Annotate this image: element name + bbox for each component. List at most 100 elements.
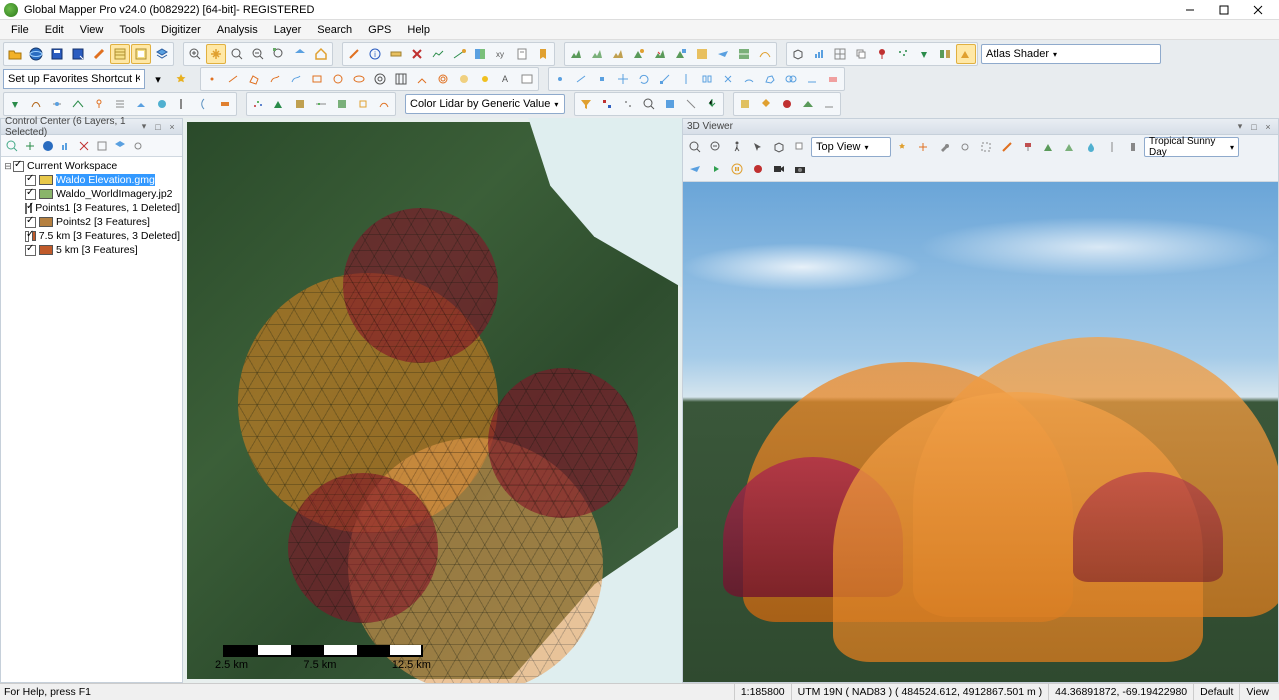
status-default[interactable]: Default: [1193, 684, 1239, 700]
3d-panel-close-icon[interactable]: ×: [1262, 121, 1274, 133]
draw-area-icon[interactable]: [244, 69, 264, 89]
sun-icon[interactable]: [475, 69, 495, 89]
menu-view[interactable]: View: [73, 22, 111, 38]
text-icon[interactable]: A: [496, 69, 516, 89]
r3-icon[interactable]: [777, 94, 797, 114]
profile-icon[interactable]: [428, 44, 448, 64]
layer-checkbox[interactable]: [25, 245, 36, 256]
close-button[interactable]: [1241, 0, 1275, 20]
cc-zoom-icon[interactable]: [3, 137, 20, 154]
poly-icon[interactable]: [760, 69, 780, 89]
t3-d-icon[interactable]: [68, 94, 88, 114]
lidar-tool-icon[interactable]: [893, 44, 913, 64]
shader-dropdown[interactable]: Atlas Shader▾: [981, 44, 1161, 64]
ring-icon[interactable]: [433, 69, 453, 89]
shade-icon[interactable]: [956, 44, 976, 64]
layer-tree[interactable]: ⊟ Current Workspace Waldo Elevation.gmgW…: [1, 157, 182, 682]
3d-water-icon[interactable]: [1081, 137, 1101, 157]
3d-terrain-icon[interactable]: [1039, 137, 1059, 157]
layer-row[interactable]: 5 km [3 Features]: [3, 243, 180, 257]
draw-freehand-icon[interactable]: [265, 69, 285, 89]
favorites-star-icon[interactable]: [171, 69, 191, 89]
3d-fly-icon[interactable]: [685, 159, 705, 179]
draw-ellipse-icon[interactable]: [349, 69, 369, 89]
layer-row[interactable]: Points1 [3 Features, 1 Deleted]: [3, 201, 180, 215]
buffer-icon[interactable]: [454, 69, 474, 89]
select-vertex-icon[interactable]: [592, 69, 612, 89]
t3-e-icon[interactable]: [89, 94, 109, 114]
draw-rect-icon[interactable]: [307, 69, 327, 89]
maximize-button[interactable]: [1207, 0, 1241, 20]
gps-marker-icon[interactable]: [872, 44, 892, 64]
3d-panel-pin-icon[interactable]: □: [1248, 121, 1260, 133]
script-icon[interactable]: [512, 44, 532, 64]
3d-select-icon[interactable]: [748, 137, 768, 157]
menu-layer[interactable]: Layer: [267, 22, 309, 38]
target-icon[interactable]: [370, 69, 390, 89]
extract-icon[interactable]: [702, 94, 722, 114]
t3-j-icon[interactable]: [194, 94, 214, 114]
t3-g-icon[interactable]: [131, 94, 151, 114]
los-icon[interactable]: [449, 44, 469, 64]
layer-checkbox[interactable]: [25, 217, 36, 228]
layer-row[interactable]: 7.5 km [3 Features, 3 Deleted]: [3, 229, 180, 243]
menu-tools[interactable]: Tools: [112, 22, 152, 38]
3d-sky-dropdown[interactable]: Tropical Sunny Day▾: [1144, 137, 1239, 157]
3d-video-icon[interactable]: [769, 159, 789, 179]
3d-camera-icon[interactable]: [790, 159, 810, 179]
t3-b-icon[interactable]: [26, 94, 46, 114]
terrain1-icon[interactable]: [566, 44, 586, 64]
chart-icon[interactable]: [809, 44, 829, 64]
3d-view-dropdown[interactable]: Top View▾: [811, 137, 891, 157]
home-icon[interactable]: [311, 44, 331, 64]
layer-checkbox[interactable]: [25, 189, 36, 200]
r2-icon[interactable]: [756, 94, 776, 114]
menu-analysis[interactable]: Analysis: [210, 22, 265, 38]
curve-icon[interactable]: [755, 44, 775, 64]
3d-clip-icon[interactable]: [976, 137, 996, 157]
3d-light-icon[interactable]: [1123, 137, 1143, 157]
terrain2-icon[interactable]: [587, 44, 607, 64]
minimize-button[interactable]: [1173, 0, 1207, 20]
classify2-icon[interactable]: [660, 94, 680, 114]
classify-icon[interactable]: [597, 94, 617, 114]
layers-icon[interactable]: [152, 44, 172, 64]
map-view[interactable]: 2.5 km 7.5 km 12.5 km: [183, 118, 682, 683]
coords-icon[interactable]: xy: [491, 44, 511, 64]
info-icon[interactable]: i: [365, 44, 385, 64]
menu-digitizer[interactable]: Digitizer: [154, 22, 208, 38]
tree-tool-icon[interactable]: [914, 44, 934, 64]
3d-canvas[interactable]: [683, 182, 1278, 682]
under-icon[interactable]: [802, 69, 822, 89]
layer-checkbox[interactable]: [25, 203, 27, 214]
fly-icon[interactable]: [713, 44, 733, 64]
layer-checkbox[interactable]: [25, 175, 36, 186]
erase-icon[interactable]: [823, 69, 843, 89]
merge-icon[interactable]: [697, 69, 717, 89]
digitize-icon[interactable]: [344, 44, 364, 64]
t3-k-icon[interactable]: [215, 94, 235, 114]
lidar-b-icon[interactable]: [269, 94, 289, 114]
lidar-c-icon[interactable]: [290, 94, 310, 114]
layer-row[interactable]: Waldo_WorldImagery.jp2: [3, 187, 180, 201]
3d-cross-icon[interactable]: [913, 137, 933, 157]
delete-icon[interactable]: [407, 44, 427, 64]
split-icon[interactable]: [676, 69, 696, 89]
save-icon[interactable]: [47, 44, 67, 64]
collapse-icon[interactable]: ⊟: [3, 161, 13, 172]
3d-wrench-icon[interactable]: [934, 137, 954, 157]
r4-icon[interactable]: [798, 94, 818, 114]
clip-icon[interactable]: [718, 69, 738, 89]
grid-draw-icon[interactable]: [391, 69, 411, 89]
scale-icon[interactable]: [655, 69, 675, 89]
terrain5-icon[interactable]: [650, 44, 670, 64]
3d-terrain2-icon[interactable]: [1060, 137, 1080, 157]
t3-i-icon[interactable]: [173, 94, 193, 114]
cc-meta-icon[interactable]: [93, 137, 110, 154]
select-point-icon[interactable]: [550, 69, 570, 89]
t3-a-icon[interactable]: [5, 94, 25, 114]
layer-row[interactable]: Waldo Elevation.gmg: [3, 173, 180, 187]
terrain4-icon[interactable]: [629, 44, 649, 64]
lidar-a-icon[interactable]: [248, 94, 268, 114]
filter-icon[interactable]: [576, 94, 596, 114]
